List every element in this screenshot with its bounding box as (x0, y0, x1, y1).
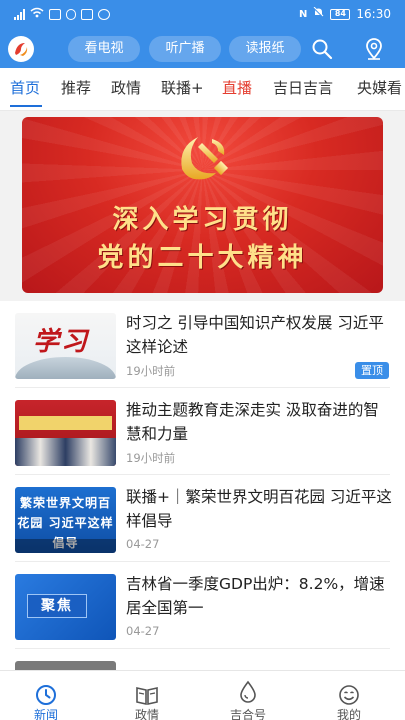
party-emblem-icon (181, 137, 229, 180)
news-time: 19小时前 (126, 364, 176, 378)
news-time: 04-27 (126, 537, 160, 551)
tab-broadcast-plus[interactable]: 联播+ (161, 77, 204, 98)
app-notification-icon (98, 8, 110, 20)
tab-jiri-jiyan[interactable]: 吉日吉言 (273, 77, 333, 98)
nav-news[interactable]: 新闻 (6, 671, 86, 720)
app-notification-icon (66, 8, 76, 20)
wifi-icon (30, 7, 44, 21)
news-thumbnail: 聚焦 (15, 574, 116, 640)
thumbnail-banner (19, 416, 112, 430)
news-item[interactable]: 推动主题教育走深走实 汲取奋进的智慧和力量 19小时前 (0, 388, 405, 475)
news-thumbnail: 繁荣世界文明百花园 习近平这样倡导 (15, 487, 116, 553)
drop-icon (240, 680, 256, 703)
featured-banner[interactable]: 深入学习贯彻 党的二十大精神 (22, 117, 383, 293)
nav-profile[interactable]: 我的 (309, 671, 389, 720)
nav-label: 新闻 (33, 708, 58, 720)
news-time: 04-27 (126, 624, 160, 638)
status-right: N 84 16:30 (299, 6, 391, 21)
app-notification-icon (81, 8, 93, 20)
listen-radio-button[interactable]: 听广播 (149, 36, 221, 62)
news-item-partial[interactable] (0, 649, 405, 670)
thumbnail-decoration (15, 357, 116, 379)
nav-label: 我的 (336, 708, 361, 720)
nfc-icon: N (299, 8, 308, 20)
tab-politics[interactable]: 政情 (111, 77, 141, 98)
news-item[interactable]: 繁荣世界文明百花园 习近平这样倡导 联播+｜繁荣世界文明百花园 习近平这样倡导 … (0, 475, 405, 562)
news-title: 联播+｜繁荣世界文明百花园 习近平这样倡导 (126, 488, 392, 530)
thumbnail-calligraphy: 学习 (33, 327, 90, 357)
banner-headline-1: 深入学习贯彻 (112, 205, 293, 235)
tab-recommend[interactable]: 推荐 (61, 77, 91, 98)
channel-tabs: 首页 推荐 政情 联播+ 直播 吉日吉言 央媒看 (0, 68, 405, 110)
tab-central-media[interactable]: 央媒看 (357, 77, 402, 98)
nav-politics[interactable]: 政情 (107, 671, 187, 720)
nav-jihehao[interactable]: 吉合号 (208, 671, 288, 720)
watch-tv-button[interactable]: 看电视 (68, 36, 140, 62)
app-logo-icon[interactable] (8, 36, 34, 62)
news-thumbnail (15, 661, 116, 670)
thumbnail-people (15, 438, 116, 466)
status-left (14, 7, 110, 21)
news-item[interactable]: 学习 时习之 引导中国知识产权发展 习近平这样论述 19小时前 置顶 (0, 301, 405, 388)
battery-icon: 84 (330, 8, 351, 20)
mute-icon (313, 6, 324, 21)
bottom-navigation: 新闻 政情 吉合号 我的 (0, 670, 405, 720)
search-icon[interactable] (309, 36, 335, 62)
news-list: 学习 时习之 引导中国知识产权发展 习近平这样论述 19小时前 置顶 推动主题教… (0, 301, 405, 670)
app-notification-icon (49, 8, 61, 20)
nav-label: 吉合号 (229, 708, 266, 720)
thumbnail-player-bar (15, 539, 116, 553)
nav-label: 政情 (134, 708, 159, 720)
banner-headline-2: 党的二十大精神 (97, 243, 308, 273)
thumbnail-caption: 聚焦 (27, 594, 87, 618)
news-time: 19小时前 (126, 451, 176, 465)
read-newspaper-button[interactable]: 读报纸 (229, 36, 301, 62)
location-icon[interactable] (361, 36, 387, 62)
pinned-badge: 置顶 (355, 362, 389, 379)
top-bar: N 84 16:30 看电视 听广播 读报纸 (0, 0, 405, 68)
news-item[interactable]: 聚焦 吉林省一季度GDP出炉：8.2%，增速居全国第一 04-27 (0, 562, 405, 649)
app-header: 看电视 听广播 读报纸 (0, 28, 405, 68)
news-thumbnail (15, 400, 116, 466)
tab-live[interactable]: 直播 (222, 77, 252, 98)
banner-area: 深入学习贯彻 党的二十大精神 (0, 111, 405, 301)
status-time: 16:30 (356, 7, 391, 21)
clock-icon (36, 685, 56, 705)
news-title: 吉林省一季度GDP出炉：8.2%，增速居全国第一 (126, 575, 385, 617)
signal-icon (14, 8, 25, 20)
news-title: 时习之 引导中国知识产权发展 习近平这样论述 (126, 314, 384, 356)
status-bar: N 84 16:30 (0, 0, 405, 28)
news-title: 推动主题教育走深走实 汲取奋进的智慧和力量 (126, 401, 379, 443)
book-icon (136, 687, 158, 705)
news-thumbnail: 学习 (15, 313, 116, 379)
smile-icon (339, 685, 359, 705)
tab-home[interactable]: 首页 (10, 77, 40, 98)
active-tab-indicator (10, 105, 42, 107)
